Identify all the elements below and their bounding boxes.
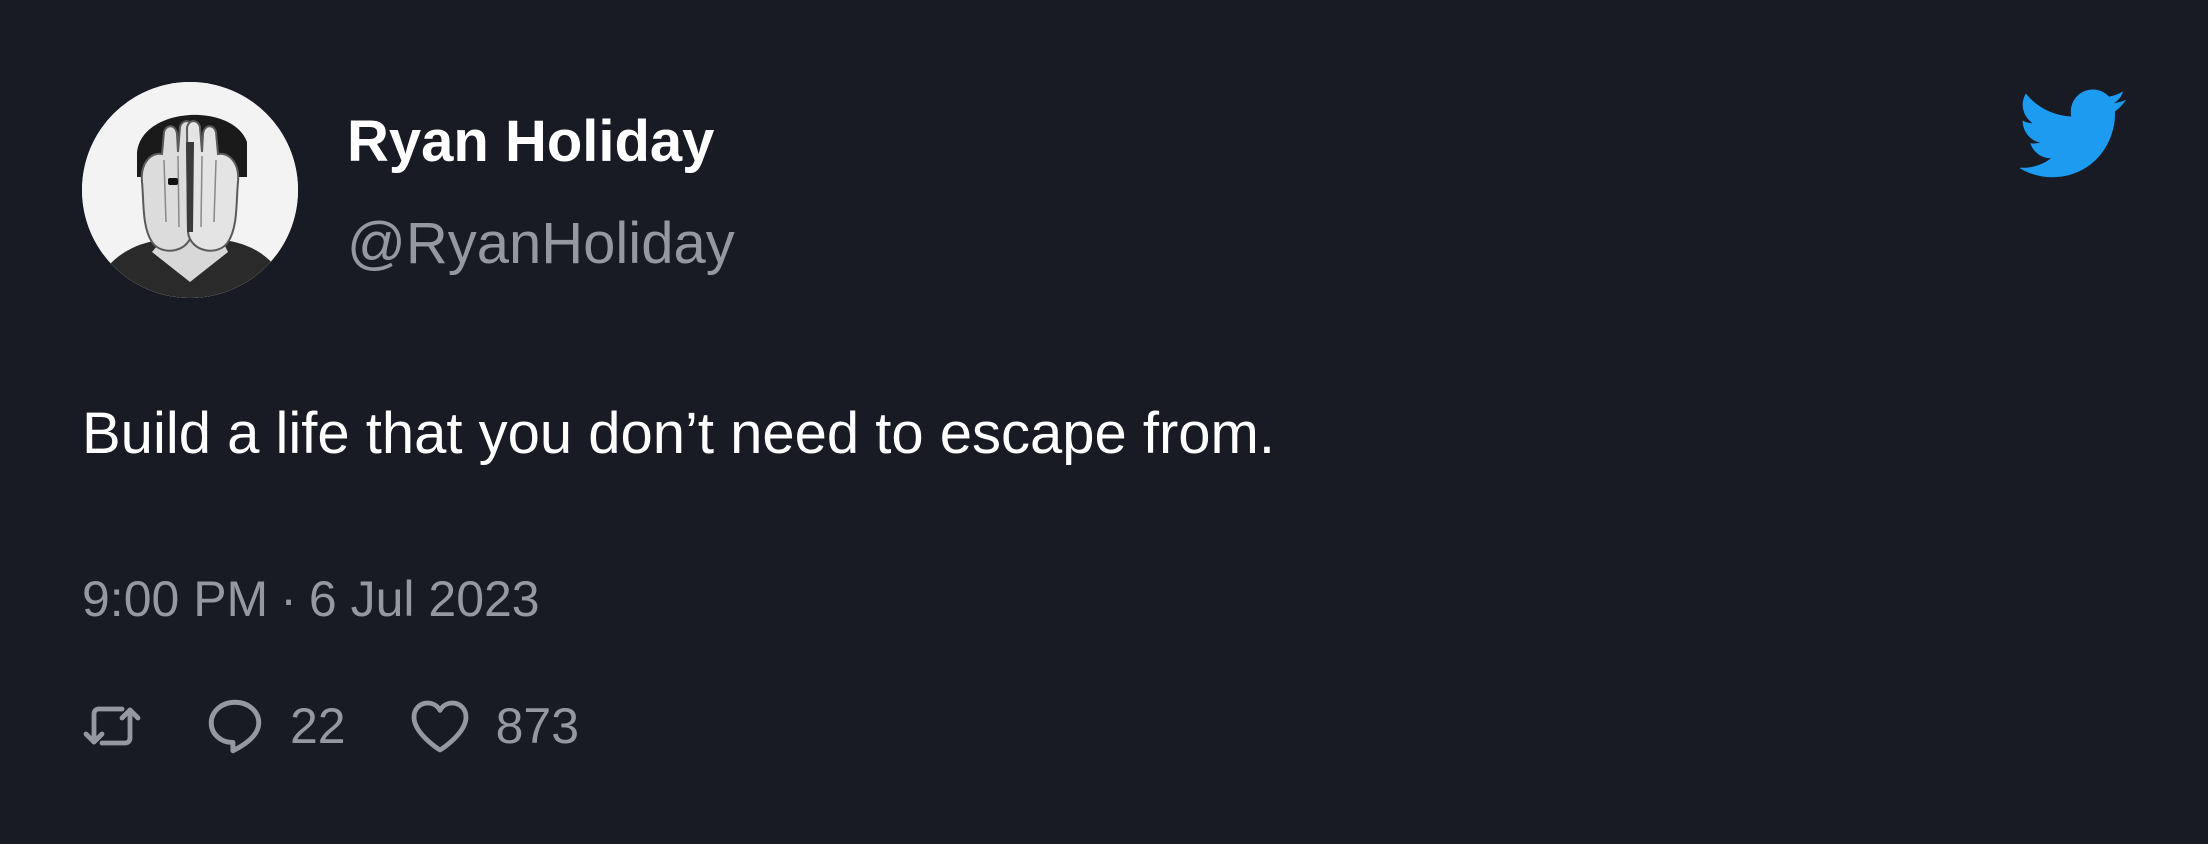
retweet-button[interactable] [82,698,142,754]
tweet-time: 9:00 PM [82,571,269,627]
like-button[interactable]: 873 [408,690,579,762]
reply-icon [208,699,262,754]
twitter-bird-icon[interactable] [2020,86,2128,182]
tweet-card: Ryan Holiday @RyanHoliday Build a life t… [0,0,2208,844]
avatar[interactable] [82,82,298,298]
reply-button[interactable]: 22 [204,690,346,762]
tweet-date: 6 Jul 2023 [308,571,540,627]
heart-icon [411,700,469,753]
reply-count: 22 [290,698,346,754]
twitter-bird-icon-svg [2020,89,2127,178]
tweet-text: Build a life that you don’t need to esca… [82,401,1275,466]
tweet-timestamp[interactable]: 9:00 PM · 6 Jul 2023 [82,564,540,634]
like-count: 873 [495,698,580,754]
retweet-icon [83,706,141,746]
author-name[interactable]: Ryan Holiday [347,104,714,180]
tweet-actions: 22 873 [82,690,579,762]
timestamp-separator: · [280,571,297,627]
avatar-image [82,82,298,298]
author-handle[interactable]: @RyanHoliday [347,206,735,282]
